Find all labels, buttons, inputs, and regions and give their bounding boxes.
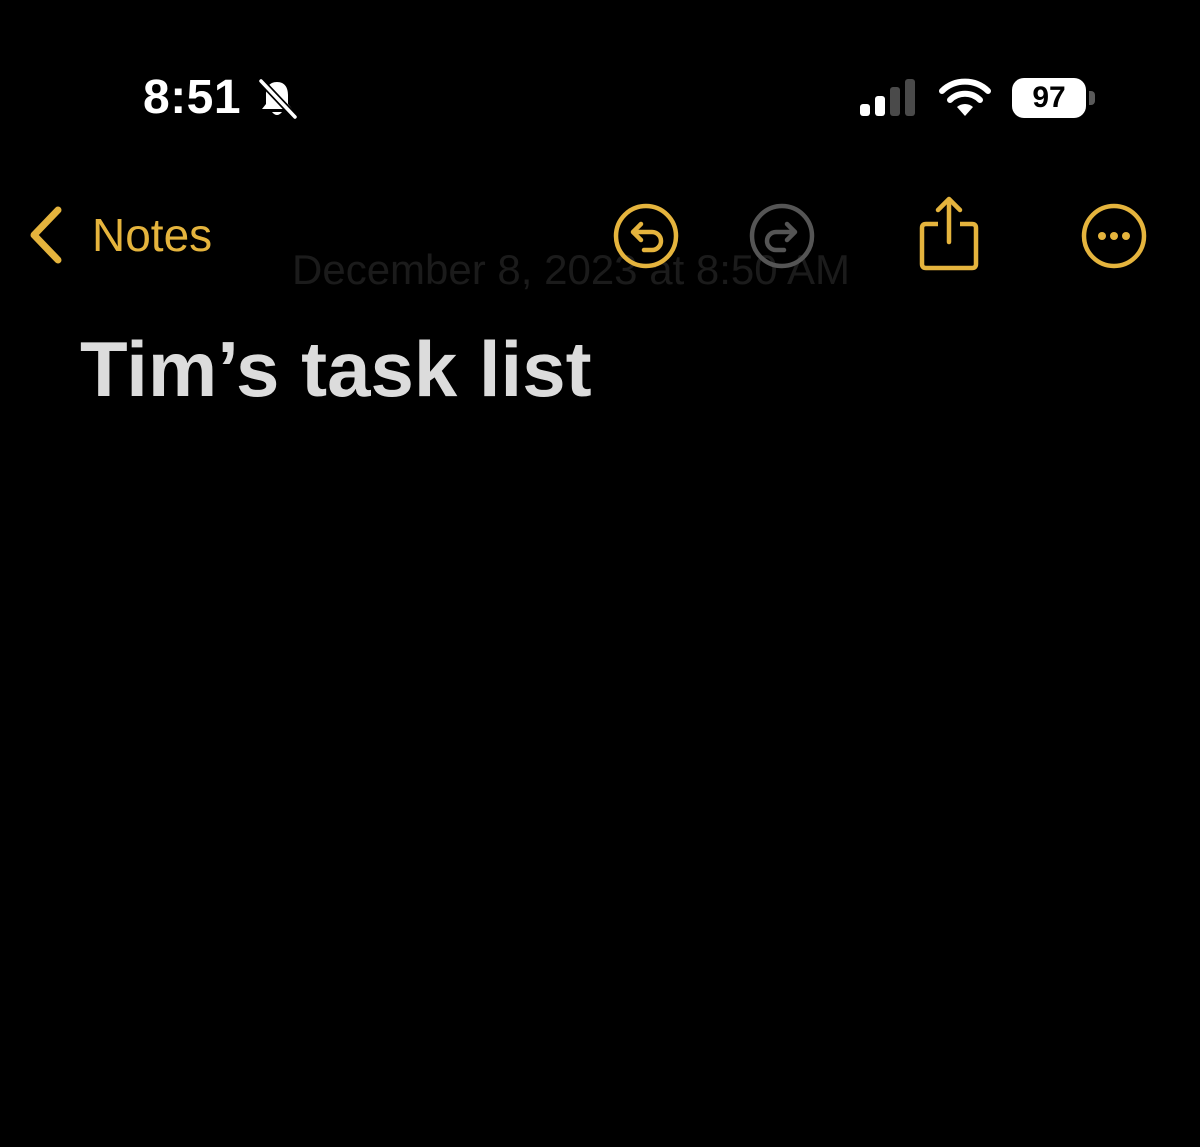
navigation-bar: December 8, 2023 at 8:50 AM Notes bbox=[0, 180, 1200, 293]
more-icon[interactable] bbox=[1080, 202, 1148, 270]
note-title[interactable]: Tim’s task list bbox=[80, 325, 592, 413]
bell-slash-icon bbox=[257, 77, 299, 120]
redo-icon[interactable] bbox=[748, 202, 816, 270]
clock: 8:51 bbox=[143, 71, 242, 124]
back-button[interactable]: Notes bbox=[22, 200, 242, 270]
battery-icon: 97 bbox=[1012, 78, 1096, 118]
share-icon[interactable] bbox=[918, 194, 980, 272]
battery-nub bbox=[1089, 91, 1095, 105]
status-bar: 8:51 97 bbox=[0, 0, 1200, 150]
undo-icon[interactable] bbox=[612, 202, 680, 270]
signal-icon bbox=[860, 79, 915, 116]
wifi-icon bbox=[939, 78, 991, 116]
chevron-left-icon bbox=[30, 206, 62, 264]
back-label: Notes bbox=[92, 209, 213, 261]
battery-percent: 97 bbox=[1012, 78, 1086, 118]
